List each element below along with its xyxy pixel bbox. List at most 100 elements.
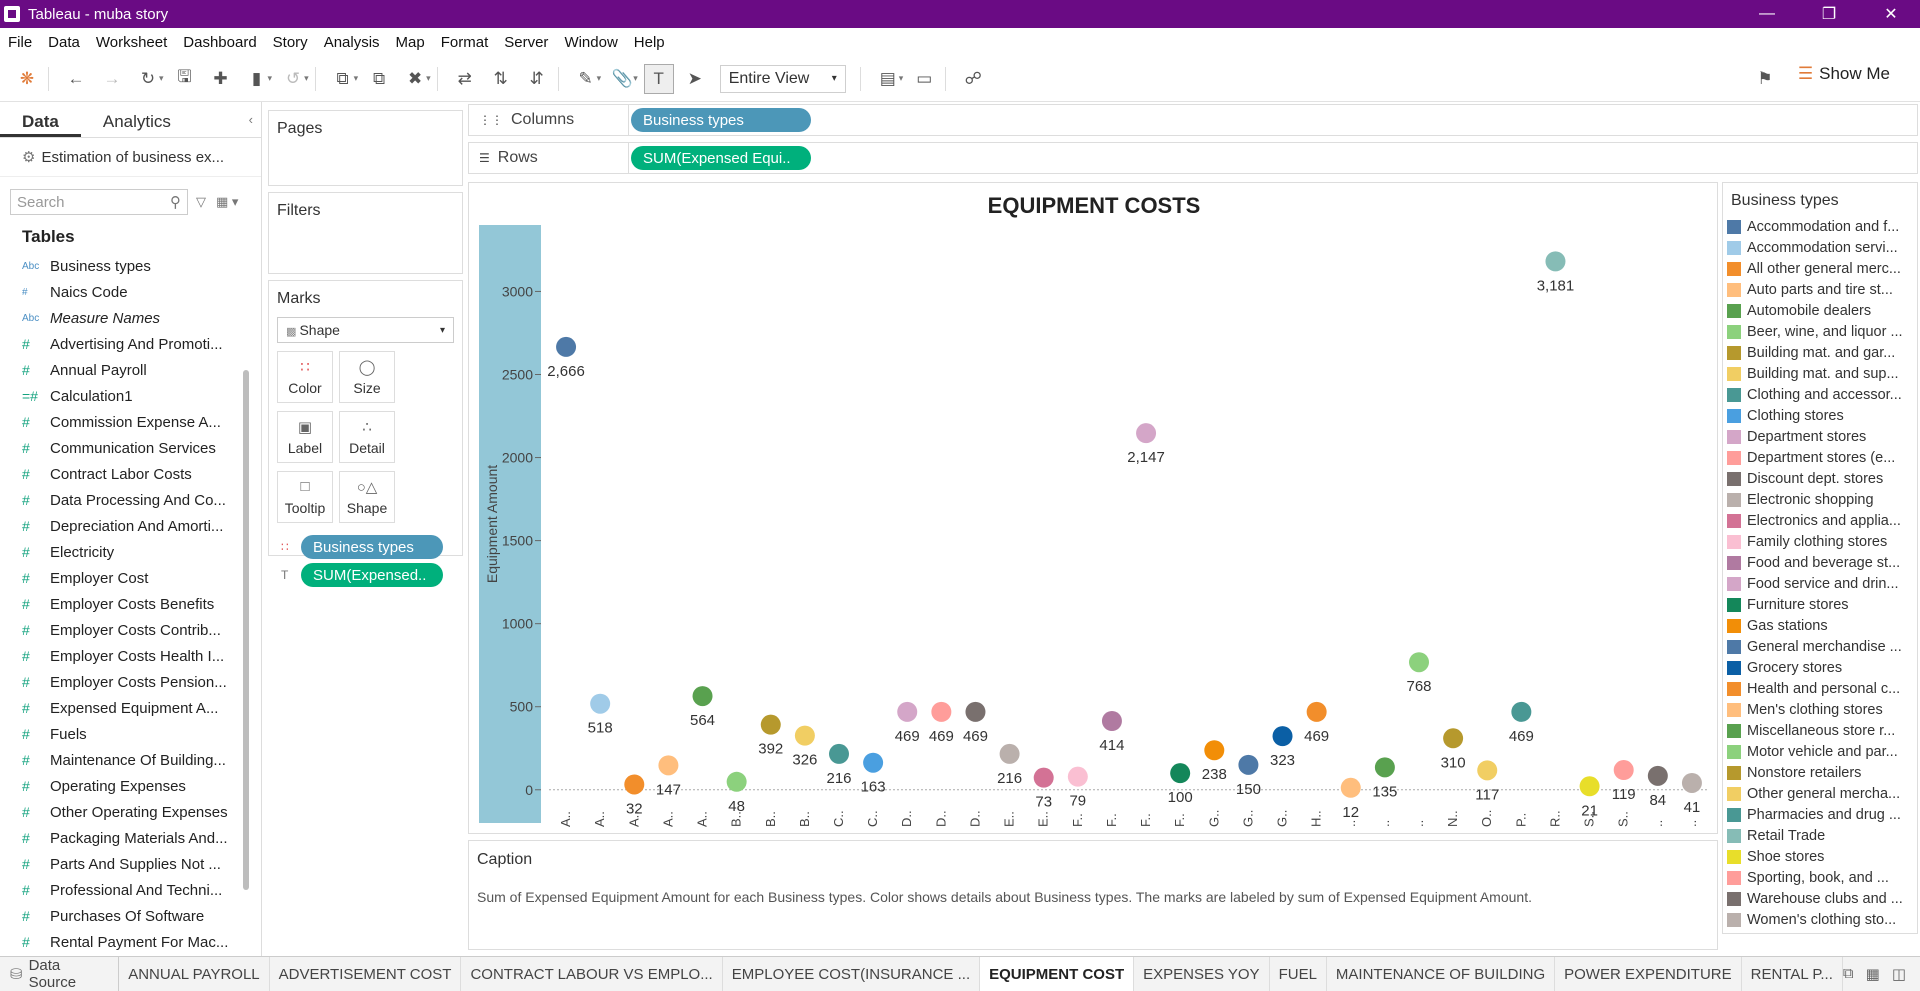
duplicate-icon[interactable]: ⧉ xyxy=(364,64,394,94)
legend-item[interactable]: Other general mercha... xyxy=(1723,783,1917,804)
sheet-tab[interactable]: RENTAL P... xyxy=(1742,957,1843,991)
field-item[interactable]: # Employer Costs Health I... xyxy=(0,643,261,669)
field-item[interactable]: # Parts And Supplies Not ... xyxy=(0,851,261,877)
field-item[interactable]: # Contract Labor Costs xyxy=(0,461,261,487)
new-datasource-icon[interactable]: ✚ xyxy=(206,64,236,94)
save-icon[interactable]: 🖫 xyxy=(170,64,200,94)
new-worksheet-dropdown-icon[interactable]: ▾ xyxy=(354,73,359,84)
data-point[interactable] xyxy=(1647,765,1668,786)
color-button[interactable]: ∷ Color xyxy=(277,351,333,403)
menu-format[interactable]: Format xyxy=(441,34,489,51)
data-point[interactable] xyxy=(1340,777,1361,798)
legend-item[interactable]: Building mat. and sup... xyxy=(1723,363,1917,384)
legend-item[interactable]: Accommodation servi... xyxy=(1723,237,1917,258)
tooltip-button[interactable]: □ Tooltip xyxy=(277,471,333,523)
pages-card[interactable]: Pages xyxy=(268,110,463,186)
menu-worksheet[interactable]: Worksheet xyxy=(96,34,167,51)
sheet-tab[interactable]: CONTRACT LABOUR VS EMPLO... xyxy=(461,957,723,991)
legend-item[interactable]: Shoe stores xyxy=(1723,846,1917,867)
close-icon[interactable]: ✕ xyxy=(1868,0,1914,28)
presentation-mode-icon[interactable]: ▭ xyxy=(909,64,939,94)
legend-item[interactable]: Clothing and accessor... xyxy=(1723,384,1917,405)
field-item[interactable]: # Expensed Equipment A... xyxy=(0,695,261,721)
sheet-tab[interactable]: EQUIPMENT COST xyxy=(980,957,1135,991)
data-point[interactable] xyxy=(692,686,713,707)
data-point[interactable] xyxy=(897,701,918,722)
field-item[interactable]: # Employer Costs Benefits xyxy=(0,591,261,617)
sheet-tab[interactable]: ADVERTISEMENT COST xyxy=(270,957,462,991)
mark-type-select[interactable]: ▩ Shape ▾ xyxy=(277,317,454,343)
legend-item[interactable]: Accommodation and f... xyxy=(1723,216,1917,237)
marks-business-types-pill[interactable]: Business types xyxy=(301,535,443,559)
columns-pill[interactable]: Business types xyxy=(631,108,811,132)
field-item[interactable]: # Data Processing And Co... xyxy=(0,487,261,513)
legend-item[interactable]: Food service and drin... xyxy=(1723,573,1917,594)
data-point[interactable] xyxy=(760,714,781,735)
fit-selector[interactable]: Entire View ▾ xyxy=(719,64,846,93)
data-point[interactable] xyxy=(1409,652,1429,673)
field-item[interactable]: # Advertising And Promoti... xyxy=(0,331,261,357)
field-item[interactable]: Abc Measure Names xyxy=(0,305,261,331)
marks-sum-pill[interactable]: SUM(Expensed.. xyxy=(301,563,443,587)
menu-data[interactable]: Data xyxy=(48,34,80,51)
legend-item[interactable]: Nonstore retailers xyxy=(1723,762,1917,783)
view-options-icon[interactable]: ▦ ▾ xyxy=(216,194,238,210)
rows-pill[interactable]: SUM(Expensed Equi.. xyxy=(631,146,811,170)
sheet-tab[interactable]: POWER EXPENDITURE xyxy=(1555,957,1742,991)
new-sheet-icon[interactable]: ⧉ xyxy=(1843,965,1854,983)
columns-shelf[interactable]: ⋮⋮ Columns Business types xyxy=(468,104,1918,136)
data-point[interactable] xyxy=(658,755,679,776)
new-dashboard-icon[interactable]: ▦ xyxy=(1866,965,1880,983)
legend-item[interactable]: Discount dept. stores xyxy=(1723,468,1917,489)
field-item[interactable]: # Packaging Materials And... xyxy=(0,825,261,851)
sheet-tab[interactable]: FUEL xyxy=(1270,957,1327,991)
legend-item[interactable]: Pharmacies and drug ... xyxy=(1723,804,1917,825)
data-point[interactable] xyxy=(1033,767,1054,788)
data-point[interactable] xyxy=(1613,760,1634,781)
legend-item[interactable]: Family clothing stores xyxy=(1723,531,1917,552)
data-point[interactable] xyxy=(590,693,611,714)
field-item[interactable]: # Maintenance Of Building... xyxy=(0,747,261,773)
data-point[interactable] xyxy=(1511,701,1532,722)
refresh-dropdown-icon[interactable]: ▾ xyxy=(304,73,309,84)
chart-view[interactable]: EQUIPMENT COSTS Equipment Amount 0 500 1000 1… xyxy=(468,182,1718,834)
field-item[interactable]: # Employer Cost xyxy=(0,565,261,591)
data-point[interactable] xyxy=(1681,772,1702,793)
legend-item[interactable]: Building mat. and gar... xyxy=(1723,342,1917,363)
legend-item[interactable]: Furniture stores xyxy=(1723,594,1917,615)
highlight-dropdown-icon[interactable]: ▾ xyxy=(597,73,602,84)
data-point[interactable] xyxy=(794,725,815,746)
legend-item[interactable]: General merchandise ... xyxy=(1723,636,1917,657)
legend-item[interactable]: All other general merc... xyxy=(1723,258,1917,279)
sheet-tab[interactable]: EMPLOYEE COST(INSURANCE ... xyxy=(723,957,981,991)
datasource-tab[interactable]: ⛁ Data Source xyxy=(0,957,120,991)
field-item[interactable]: # Operating Expenses xyxy=(0,773,261,799)
detail-button[interactable]: ∴ Detail xyxy=(339,411,395,463)
legend-item[interactable]: Department stores (e... xyxy=(1723,447,1917,468)
legend-item[interactable]: Retail Trade xyxy=(1723,825,1917,846)
sheet-tab[interactable]: MAINTENANCE OF BUILDING xyxy=(1327,957,1556,991)
show-me-button[interactable]: ☰ Show Me xyxy=(1798,64,1890,84)
field-item[interactable]: # Annual Payroll xyxy=(0,357,261,383)
legend-item[interactable]: Automobile dealers xyxy=(1723,300,1917,321)
replay-dropdown-icon[interactable]: ▾ xyxy=(159,73,164,84)
menu-server[interactable]: Server xyxy=(504,34,548,51)
legend-item[interactable]: Men's clothing stores xyxy=(1723,699,1917,720)
data-point[interactable] xyxy=(1443,728,1464,749)
sort-ascending-icon[interactable]: ⇅ xyxy=(486,64,516,94)
field-item[interactable]: =# Calculation1 xyxy=(0,383,261,409)
data-point[interactable] xyxy=(965,701,986,722)
data-point[interactable] xyxy=(1374,757,1395,778)
show-labels-icon[interactable]: T xyxy=(643,63,674,94)
shape-button[interactable]: ○△ Shape xyxy=(339,471,395,523)
data-point[interactable] xyxy=(1204,740,1225,761)
legend-item[interactable]: Warehouse clubs and ... xyxy=(1723,888,1917,909)
collapse-pane-icon[interactable]: ‹ xyxy=(241,102,261,137)
menu-map[interactable]: Map xyxy=(396,34,425,51)
legend-item[interactable]: Food and beverage st... xyxy=(1723,552,1917,573)
legend-item[interactable]: Health and personal c... xyxy=(1723,678,1917,699)
data-point[interactable] xyxy=(726,771,747,792)
sheet-tab[interactable]: EXPENSES YOY xyxy=(1134,957,1270,991)
datasource-item[interactable]: ⚙ Estimation of business ex... xyxy=(0,138,261,177)
field-item[interactable]: Abc Business types xyxy=(0,253,261,279)
